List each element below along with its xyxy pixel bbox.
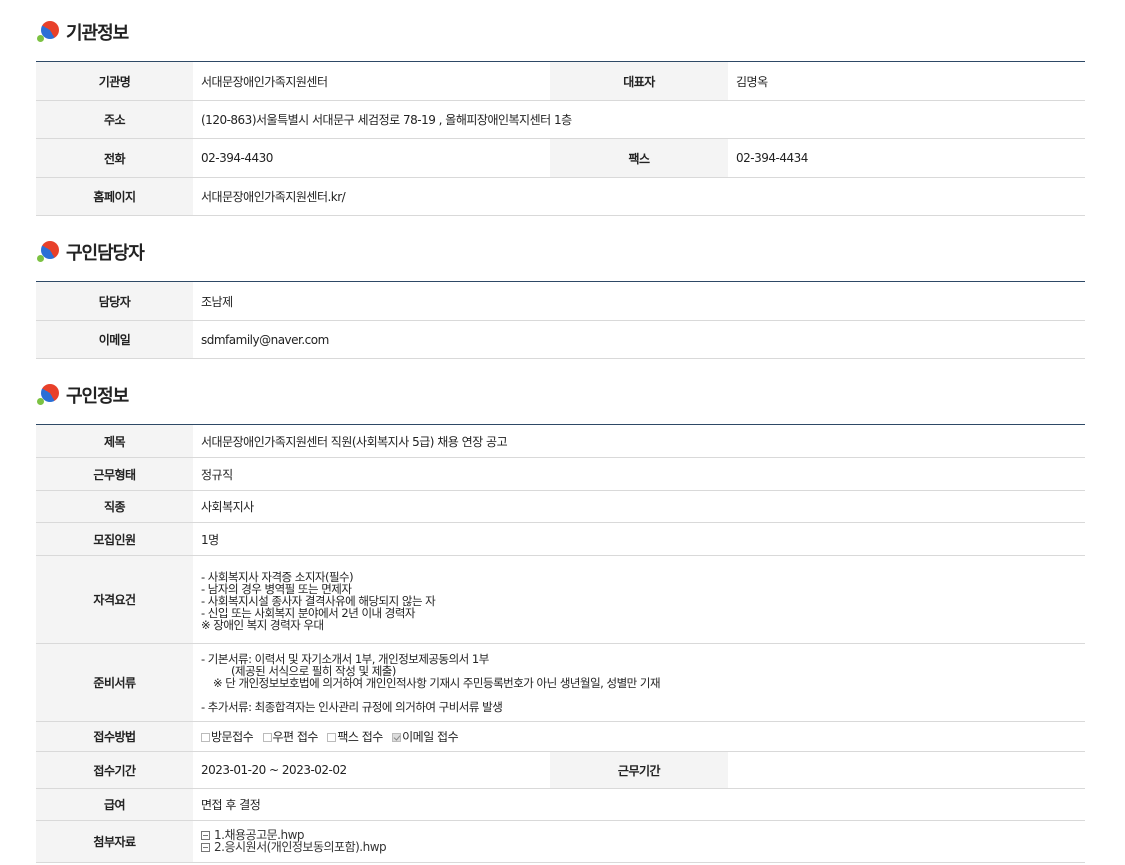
org-tel-value: 02-394-4430 (193, 138, 550, 178)
table-row: 모집인원 1명 (36, 522, 1086, 556)
job-count-label: 모집인원 (36, 522, 193, 556)
checkbox-icon (262, 733, 272, 742)
table-row: 준비서류 - 기본서류: 이력서 및 자기소개서 1부, 개인정보제공동의서 1… (36, 643, 1086, 722)
job-info-table: 제목 서대문장애인가족지원센터 직원(사회복지사 5급) 채용 연장 공고 근무… (36, 424, 1086, 863)
job-req-value: - 사회복지사 자격증 소지자(필수) - 남자의 경우 병역필 또는 면제자 … (193, 555, 1086, 644)
contact-email-link[interactable]: sdmfamily@naver.com (193, 320, 1085, 359)
method-fax: 팩스 접수 (327, 730, 383, 744)
org-info-table: 기관명 서대문장애인가족지원센터 대표자 김명옥 주소 (120-863)서울특… (36, 61, 1085, 216)
table-row: 급여 면접 후 결정 (36, 788, 1086, 821)
org-fax-value: 02-394-4434 (728, 138, 1085, 178)
job-period-value: 2023-01-20 ~ 2023-02-02 (193, 751, 550, 789)
req-line: - 남자의 경우 병역필 또는 면제자 (201, 581, 352, 596)
checkbox-checked-icon (392, 733, 402, 742)
job-period-label: 접수기간 (36, 751, 193, 789)
docs-line: (제공된 서식으로 필히 작성 및 제출) (231, 663, 396, 678)
docs-line: - 추가서류: 최종합격자는 인사관리 규정에 의거하여 구비서류 발생 (201, 699, 503, 714)
job-type-value: 정규직 (193, 457, 1086, 491)
table-row: 근무형태 정규직 (36, 457, 1086, 491)
org-name-label: 기관명 (36, 61, 193, 101)
job-workperiod-label: 근무기간 (550, 751, 728, 789)
job-req-label: 자격요건 (36, 555, 193, 644)
job-workperiod-value (728, 751, 1086, 789)
section-heading: 기관정보 (66, 23, 129, 44)
table-row: 기관명 서대문장애인가족지원센터 대표자 김명옥 (36, 61, 1085, 101)
table-row: 접수방법 방문접수 우편 접수 팩스 접수 이메일 접수 (36, 721, 1086, 752)
section-title-org: 기관정보 (36, 17, 129, 47)
org-fax-label: 팩스 (550, 138, 728, 178)
job-attach-value: 1.채용공고문.hwp 2.응시원서(개인정보동의포함).hwp (193, 820, 1086, 863)
org-rep-label: 대표자 (550, 61, 728, 101)
table-row: 자격요건 - 사회복지사 자격증 소지자(필수) - 남자의 경우 병역필 또는… (36, 555, 1086, 644)
checkbox-icon (327, 733, 337, 742)
job-pay-label: 급여 (36, 788, 193, 821)
table-row: 전화 02-394-4430 팩스 02-394-4434 (36, 138, 1085, 178)
job-pay-value: 면접 후 결정 (193, 788, 1086, 821)
req-line: - 사회복지사 자격증 소지자(필수) (201, 569, 354, 584)
job-docs-value: - 기본서류: 이력서 및 자기소개서 1부, 개인정보제공동의서 1부 (제공… (193, 643, 1086, 722)
file-icon (201, 843, 210, 852)
org-rep-value: 김명옥 (728, 61, 1085, 101)
job-docs-label: 준비서류 (36, 643, 193, 722)
req-line: - 신입 또는 사회복지 분야에서 2년 이내 경력자 (201, 605, 416, 620)
table-row: 담당자 조남제 (36, 281, 1085, 321)
checkbox-icon (201, 733, 210, 742)
table-row: 이메일 sdmfamily@naver.com (36, 320, 1085, 359)
table-row: 첨부자료 1.채용공고문.hwp 2.응시원서(개인정보동의포함).hwp (36, 820, 1086, 863)
job-kind-value: 사회복지사 (193, 490, 1086, 523)
method-email: 이메일 접수 (392, 730, 459, 744)
table-row: 직종 사회복지사 (36, 490, 1086, 523)
table-row: 홈페이지 서대문장애인가족지원센터.kr/ (36, 177, 1085, 216)
org-name-value: 서대문장애인가족지원센터 (193, 61, 550, 101)
contact-person-value: 조남제 (193, 281, 1085, 321)
method-visit: 방문접수 (201, 730, 254, 744)
org-home-label: 홈페이지 (36, 177, 193, 216)
section-title-job: 구인정보 (36, 380, 129, 410)
org-home-link[interactable]: 서대문장애인가족지원센터.kr/ (193, 177, 1085, 216)
job-title-label: 제목 (36, 424, 193, 458)
table-row: 주소 (120-863)서울특별시 서대문구 세검정로 78-19 , 올해피장… (36, 100, 1085, 139)
contact-email-label: 이메일 (36, 320, 193, 359)
contact-person-label: 담당자 (36, 281, 193, 321)
method-post: 우편 접수 (262, 730, 318, 744)
section-heading: 구인정보 (66, 386, 129, 407)
contact-info-table: 담당자 조남제 이메일 sdmfamily@naver.com (36, 281, 1085, 359)
section-heading: 구인담당자 (66, 243, 145, 264)
job-title-value: 서대문장애인가족지원센터 직원(사회복지사 5급) 채용 연장 공고 (193, 424, 1086, 458)
req-line: ※ 장애인 복지 경력자 우대 (201, 617, 324, 632)
table-row: 접수기간 2023-01-20 ~ 2023-02-02 근무기간 (36, 751, 1086, 789)
job-kind-label: 직종 (36, 490, 193, 523)
section-bullet-icon (36, 20, 60, 44)
job-method-label: 접수방법 (36, 721, 193, 752)
job-type-label: 근무형태 (36, 457, 193, 491)
section-title-contact: 구인담당자 (36, 237, 145, 267)
req-line: - 사회복지시설 종사자 결격사유에 해당되지 않는 자 (201, 593, 436, 608)
docs-line: ※ 단 개인정보보호법에 의거하여 개인인적사항 기재시 주민등록번호가 아닌 … (213, 675, 661, 690)
table-row: 제목 서대문장애인가족지원센터 직원(사회복지사 5급) 채용 연장 공고 (36, 424, 1086, 458)
file-icon (201, 831, 210, 840)
section-bullet-icon (36, 240, 60, 264)
org-tel-label: 전화 (36, 138, 193, 178)
org-addr-label: 주소 (36, 100, 193, 139)
job-count-value: 1명 (193, 522, 1086, 556)
docs-line: - 기본서류: 이력서 및 자기소개서 1부, 개인정보제공동의서 1부 (201, 651, 489, 666)
org-addr-value: (120-863)서울특별시 서대문구 세검정로 78-19 , 올해피장애인복… (193, 100, 1085, 139)
job-method-value: 방문접수 우편 접수 팩스 접수 이메일 접수 (193, 721, 1086, 752)
section-bullet-icon (36, 383, 60, 407)
job-attach-label: 첨부자료 (36, 820, 193, 863)
attachment-link[interactable]: 2.응시원서(개인정보동의포함).hwp (201, 841, 1085, 853)
